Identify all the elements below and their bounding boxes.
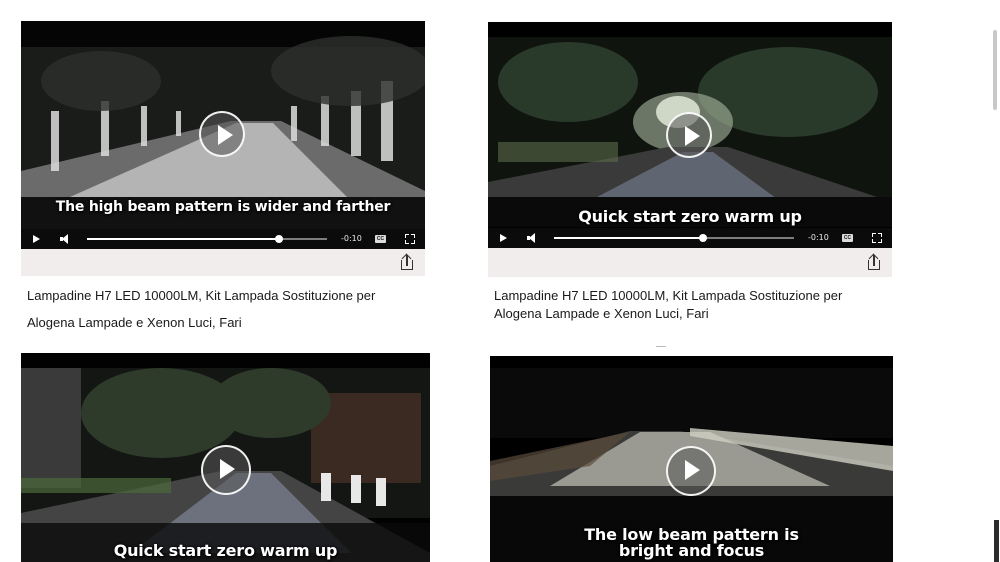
share-icon[interactable] — [866, 253, 882, 272]
product-title[interactable]: Lampadine H7 LED 10000LM, Kit Lampada So… — [494, 287, 894, 323]
video-player-4[interactable]: The low beam pattern is bright and focus — [490, 356, 893, 562]
volume-icon[interactable] — [59, 229, 73, 249]
time-remaining: -0:10 — [341, 234, 362, 243]
video-controls: -0:10 CC — [488, 228, 892, 248]
fullscreen-icon[interactable] — [872, 233, 882, 243]
seek-handle[interactable] — [275, 235, 283, 243]
closed-captions-icon[interactable]: CC — [375, 235, 386, 243]
play-button[interactable] — [199, 111, 245, 157]
fullscreen-icon[interactable] — [405, 234, 415, 244]
product-title-line1: Lampadine H7 LED 10000LM, Kit Lampada So… — [27, 288, 376, 303]
product-title[interactable]: Lampadine H7 LED 10000LM, Kit Lampada So… — [27, 282, 427, 336]
video-player-2[interactable]: Quick start zero warm up -0:10 CC — [488, 22, 892, 248]
seek-progress — [87, 238, 279, 240]
product-title-line2: Alogena Lampade e Xenon Luci, Fari — [27, 315, 242, 330]
video-caption-line2: bright and focus — [618, 541, 765, 560]
volume-icon[interactable] — [526, 228, 540, 248]
seek-handle[interactable] — [698, 234, 707, 242]
video-caption: Quick start zero warm up — [113, 541, 338, 560]
video-player-1[interactable]: The high beam pattern is wider and farth… — [21, 21, 425, 249]
video-player-3[interactable]: Quick start zero warm up — [21, 353, 430, 562]
share-icon[interactable] — [399, 253, 415, 272]
play-icon[interactable] — [498, 228, 510, 248]
divider — [656, 346, 666, 347]
video-controls: -0:10 CC — [21, 229, 425, 249]
scrollbar-thumb-lower[interactable] — [994, 520, 999, 562]
scrollbar-thumb[interactable] — [993, 30, 997, 110]
video-caption: The high beam pattern is wider and farth… — [55, 199, 391, 215]
share-bar — [21, 249, 425, 276]
play-button[interactable] — [666, 446, 716, 496]
time-remaining: -0:10 — [808, 233, 829, 242]
video-caption: Quick start zero warm up — [578, 207, 802, 226]
seek-progress — [554, 237, 703, 239]
play-icon[interactable] — [31, 229, 43, 249]
play-button[interactable] — [666, 112, 712, 158]
closed-captions-icon[interactable]: CC — [842, 234, 853, 242]
seek-bar[interactable] — [554, 234, 794, 242]
product-title-line1: Lampadine H7 LED 10000LM, Kit Lampada So… — [494, 288, 843, 303]
share-bar — [488, 248, 892, 277]
product-title-line2: Alogena Lampade e Xenon Luci, Fari — [494, 306, 709, 321]
seek-bar[interactable] — [87, 235, 327, 243]
play-button[interactable] — [201, 445, 251, 495]
